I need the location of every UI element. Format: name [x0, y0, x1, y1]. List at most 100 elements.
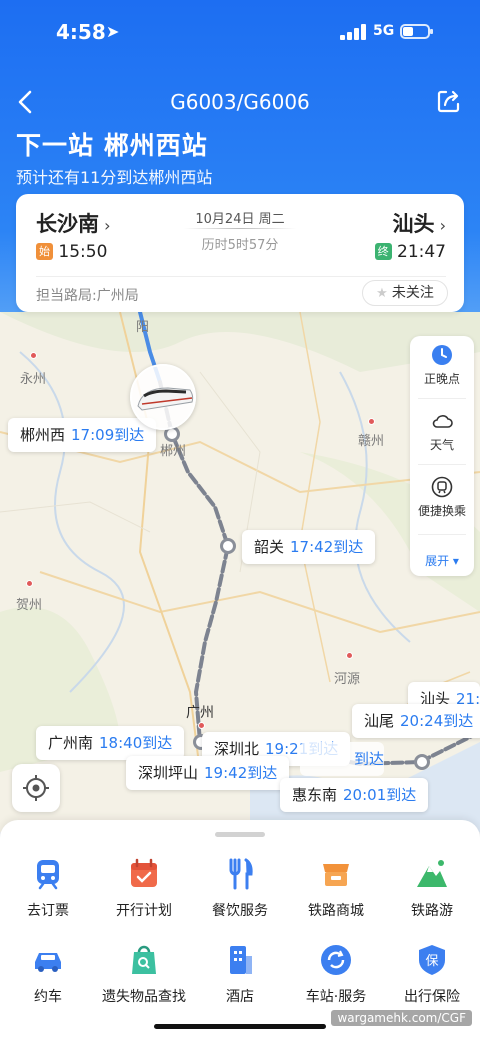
- to-station-name: 汕头: [392, 212, 435, 236]
- map-side-toolbar: 正晚点 天气 便捷换乘 展开 ▾: [410, 336, 474, 576]
- station-time: 19:42到达: [204, 764, 278, 782]
- follow-label: 未关注: [391, 285, 434, 301]
- station-name: 韶关: [254, 538, 285, 556]
- star-icon: ★: [376, 286, 388, 301]
- service-travel[interactable]: 铁路游: [384, 856, 480, 920]
- network-type: 5G: [373, 23, 395, 39]
- service-label: 铁路商城: [308, 903, 364, 919]
- service-hotel[interactable]: 酒店: [192, 942, 288, 1006]
- punctual-label: 正晚点: [423, 372, 460, 386]
- station-service-icon: [321, 945, 351, 975]
- train-ticket-icon: [37, 860, 59, 890]
- weather-icon: [432, 415, 453, 428]
- arrival-time: 21:47: [397, 242, 446, 262]
- eta-text: 预计还有11分到达郴州西站: [16, 168, 213, 187]
- from-station-name: 长沙南: [36, 212, 99, 236]
- hotel-icon: [230, 946, 252, 974]
- lost-found-icon: [132, 945, 156, 974]
- station-label-shanwei[interactable]: 汕尾 20:24到达: [352, 704, 480, 738]
- service-ticket[interactable]: 去订票: [0, 856, 96, 920]
- route-map[interactable]: 永州 郴州 赣州 贺州 河源 广州 阳 34 郴州西17:09到达 韶关17:4…: [0, 312, 480, 832]
- travel-duration: 历时5时57分: [201, 238, 279, 253]
- station-name: 深圳坪山: [138, 764, 199, 782]
- locate-button[interactable]: [12, 764, 60, 812]
- chevron-right-icon: ›: [99, 216, 111, 235]
- station-time: 到达: [353, 750, 384, 768]
- travel-date: 10月24日 周二: [195, 212, 285, 227]
- service-insurance[interactable]: 保 出行保险: [384, 942, 480, 1006]
- status-time: 4:58: [56, 20, 106, 44]
- service-label: 车站·服务: [305, 989, 367, 1005]
- weather-button[interactable]: 天气: [410, 410, 474, 453]
- station-time: 17:42到达: [290, 538, 364, 556]
- station-label-huidongnan[interactable]: 惠东南 20:01到达: [280, 778, 429, 812]
- station-label-shenzhenpingshan[interactable]: 深圳坪山 19:42到达: [126, 756, 290, 790]
- train-number-title: G6003/G6006: [170, 90, 310, 114]
- station-time: 18:40到达: [99, 734, 173, 752]
- duration-line: [184, 228, 296, 229]
- service-label: 去订票: [27, 903, 69, 919]
- service-lost-found[interactable]: 遗失物品查找: [96, 942, 192, 1006]
- service-label: 约车: [34, 989, 62, 1005]
- map-place-heyuan: 河源: [334, 672, 361, 687]
- clock-icon: [432, 345, 452, 365]
- service-label: 酒店: [226, 989, 254, 1005]
- station-name: 惠东南: [292, 786, 338, 804]
- dining-icon: [229, 858, 253, 890]
- punctual-button[interactable]: 正晚点: [410, 344, 474, 387]
- departure-time: 15:50: [58, 242, 108, 262]
- station-dot-shaoguan: [220, 538, 236, 554]
- departure-tag: 始: [36, 243, 53, 260]
- sheet-handle[interactable]: [215, 832, 265, 837]
- location-arrow-icon: ➤: [106, 22, 120, 41]
- car-icon: [35, 953, 61, 972]
- next-station-headline: 下一站 郴州西站: [16, 131, 208, 160]
- arrival: 终 21:47: [374, 242, 446, 262]
- city-marker: [30, 352, 37, 359]
- follow-button[interactable]: ★ 未关注: [362, 280, 448, 306]
- city-marker: [198, 722, 205, 729]
- service-sheet: 去订票 开行计划 餐饮服务 铁路商城 铁路游 约车 遗失物品查找 酒店 车站·服…: [0, 820, 480, 1040]
- city-marker: [26, 580, 33, 587]
- travel-icon: [417, 860, 447, 887]
- city-marker: [346, 652, 353, 659]
- expand-label: 展开: [425, 554, 450, 568]
- station-time: 17:09到达: [71, 426, 145, 444]
- from-station[interactable]: 长沙南 ›: [36, 208, 110, 238]
- crosshair-icon: [23, 775, 49, 801]
- service-schedule[interactable]: 开行计划: [96, 856, 192, 920]
- transfer-label: 便捷换乘: [417, 504, 466, 518]
- station-label-shaoguan[interactable]: 韶关 17:42到达: [242, 530, 376, 564]
- service-shop[interactable]: 铁路商城: [288, 856, 384, 920]
- train-info-card: 长沙南 › 10月24日 周二 历时5时57分 汕头 › 始 15:50 终 2…: [16, 194, 464, 312]
- service-label: 餐饮服务: [212, 903, 268, 919]
- service-station[interactable]: 车站·服务: [288, 942, 384, 1006]
- station-time: 20:24到达: [400, 712, 474, 730]
- share-icon[interactable]: [436, 88, 462, 114]
- station-label-chenzhouxi[interactable]: 郴州西 17:09到达: [8, 418, 157, 452]
- to-station[interactable]: 汕头 ›: [393, 208, 446, 238]
- service-label: 遗失物品查找: [102, 989, 186, 1005]
- arrival-tag: 终: [374, 243, 392, 260]
- station-label-hidden-fragment: 到达: [300, 742, 384, 776]
- service-label: 出行保险: [404, 989, 460, 1005]
- station-time: 20:01到达: [343, 786, 417, 804]
- signal-icon: [340, 24, 366, 40]
- home-indicator[interactable]: [154, 1024, 326, 1029]
- departure: 始 15:50: [36, 242, 107, 262]
- shop-icon: [323, 864, 349, 886]
- divider: [36, 276, 446, 277]
- train-position-icon[interactable]: [130, 364, 196, 430]
- service-car[interactable]: 约车: [0, 942, 96, 1006]
- map-place-hezhou: 贺州: [16, 598, 43, 613]
- map-place-yongzhou: 永州: [20, 372, 47, 387]
- service-dining[interactable]: 餐饮服务: [192, 856, 288, 920]
- service-label: 开行计划: [116, 903, 172, 919]
- expand-button[interactable]: 展开 ▾: [410, 552, 474, 569]
- station-label-guangzhounan[interactable]: 广州南 18:40到达: [36, 726, 185, 760]
- divider: [418, 464, 466, 465]
- insurance-icon: 保: [419, 945, 445, 975]
- transfer-icon: [431, 476, 453, 498]
- station-name: 汕尾: [364, 712, 395, 730]
- transfer-button[interactable]: 便捷换乘: [410, 476, 474, 519]
